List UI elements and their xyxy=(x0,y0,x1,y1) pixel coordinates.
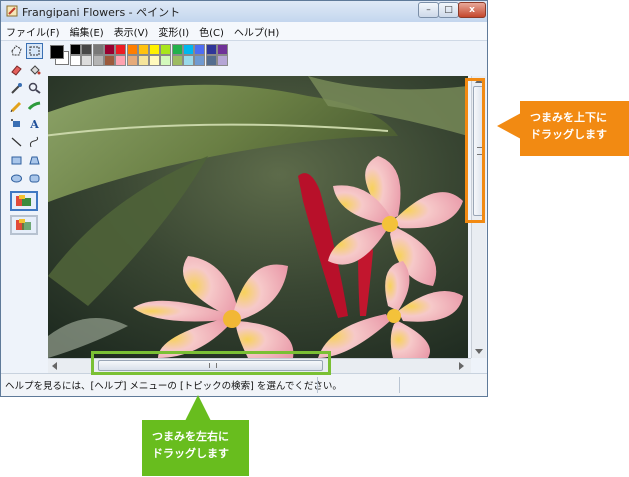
palette-swatch[interactable] xyxy=(126,44,138,55)
palette-swatch[interactable] xyxy=(171,55,183,66)
curve-icon[interactable] xyxy=(26,134,43,150)
airbrush-icon[interactable] xyxy=(8,116,25,132)
palette-swatch[interactable] xyxy=(171,44,183,55)
palette-swatch[interactable] xyxy=(216,44,228,55)
brush-icon[interactable] xyxy=(26,98,43,114)
magnifier-icon[interactable] xyxy=(26,80,43,96)
scroll-down-arrow-icon[interactable] xyxy=(475,349,483,355)
menu-colors[interactable]: 色(C) xyxy=(194,24,229,39)
palette-swatch[interactable] xyxy=(194,55,206,66)
vertical-drag-callout: つまみを上下に ドラッグします xyxy=(520,101,629,156)
palette-swatch[interactable] xyxy=(70,44,81,55)
palette-swatch[interactable] xyxy=(160,55,172,66)
title-bar[interactable]: Frangipani Flowers - ペイント – □ x xyxy=(1,1,487,23)
flower-photo xyxy=(48,76,468,358)
rectangle-icon[interactable] xyxy=(8,152,25,168)
drawing-canvas[interactable] xyxy=(48,76,468,358)
color-picker-icon[interactable] xyxy=(8,80,25,96)
vertical-callout-pointer xyxy=(497,113,521,139)
draw-opaque-option-icon[interactable] xyxy=(10,191,38,211)
horizontal-drag-callout: つまみを左右に ドラッグします xyxy=(142,420,249,476)
tool-box: A xyxy=(4,41,46,359)
status-divider xyxy=(317,377,318,393)
menu-bar: ファイル(F) 編集(E) 表示(V) 変形(I) 色(C) ヘルプ(H) xyxy=(1,22,487,41)
paint-window: Frangipani Flowers - ペイント – □ x ファイル(F) … xyxy=(0,0,488,397)
palette-swatch[interactable] xyxy=(216,55,228,66)
menu-help[interactable]: ヘルプ(H) xyxy=(229,24,284,39)
palette-swatch[interactable] xyxy=(160,44,172,55)
draw-transparent-option-icon[interactable] xyxy=(10,215,38,235)
horizontal-callout-pointer xyxy=(185,395,211,421)
ellipse-icon[interactable] xyxy=(8,170,25,186)
scroll-left-arrow-icon[interactable] xyxy=(51,362,57,370)
palette-swatch[interactable] xyxy=(70,55,81,66)
status-bar: ヘルプを見るには、[ヘルプ] メニューの [トピックの検索] を選んでください。 xyxy=(1,373,487,396)
palette-swatch[interactable] xyxy=(92,55,104,66)
callout-line: つまみを左右に xyxy=(152,430,229,443)
line-icon[interactable] xyxy=(8,134,25,150)
palette-swatch[interactable] xyxy=(194,44,206,55)
palette-swatch[interactable] xyxy=(149,44,161,55)
vertical-thumb-highlight xyxy=(465,78,485,223)
close-button[interactable]: x xyxy=(458,2,486,18)
fill-bucket-icon[interactable] xyxy=(26,62,43,78)
status-help-text: ヘルプを見るには、[ヘルプ] メニューの [トピックの検索] を選んでください。 xyxy=(5,381,342,392)
menu-file[interactable]: ファイル(F) xyxy=(1,24,65,39)
rect-select-icon[interactable] xyxy=(26,43,43,59)
horizontal-thumb-highlight xyxy=(91,351,331,375)
pencil-icon[interactable] xyxy=(8,98,25,114)
palette-swatch[interactable] xyxy=(92,44,104,55)
callout-line: ドラッグします xyxy=(530,128,607,141)
palette-swatch[interactable] xyxy=(137,44,149,55)
palette-swatch[interactable] xyxy=(149,55,161,66)
menu-edit[interactable]: 編集(E) xyxy=(65,24,109,39)
palette-swatch[interactable] xyxy=(126,55,138,66)
foreground-color-swatch xyxy=(50,45,64,59)
status-divider xyxy=(399,377,400,393)
palette-swatch[interactable] xyxy=(115,44,127,55)
palette-swatch[interactable] xyxy=(115,55,127,66)
palette-swatch[interactable] xyxy=(103,44,115,55)
menu-image[interactable]: 変形(I) xyxy=(153,24,194,39)
text-tool-icon[interactable]: A xyxy=(26,116,43,132)
current-colors xyxy=(49,43,69,65)
polygon-icon[interactable] xyxy=(26,152,43,168)
paint-app-icon xyxy=(6,5,18,17)
callout-line: つまみを上下に xyxy=(530,111,607,124)
palette-swatch[interactable] xyxy=(183,44,194,55)
palette-swatch[interactable] xyxy=(183,55,194,66)
palette-swatch[interactable] xyxy=(205,44,217,55)
menu-view[interactable]: 表示(V) xyxy=(109,24,154,39)
palette-swatch[interactable] xyxy=(81,44,93,55)
scroll-right-arrow-icon[interactable] xyxy=(459,362,465,370)
minimize-button[interactable]: – xyxy=(418,2,439,18)
palette-swatch[interactable] xyxy=(103,55,115,66)
free-select-icon[interactable] xyxy=(8,43,25,59)
maximize-button[interactable]: □ xyxy=(438,2,459,18)
rounded-rectangle-icon[interactable] xyxy=(26,170,43,186)
palette-swatch[interactable] xyxy=(205,55,217,66)
eraser-icon[interactable] xyxy=(8,62,25,78)
palette-swatch[interactable] xyxy=(137,55,149,66)
callout-line: ドラッグします xyxy=(152,447,229,460)
palette-swatch[interactable] xyxy=(81,55,93,66)
window-title: Frangipani Flowers - ペイント xyxy=(22,6,181,19)
